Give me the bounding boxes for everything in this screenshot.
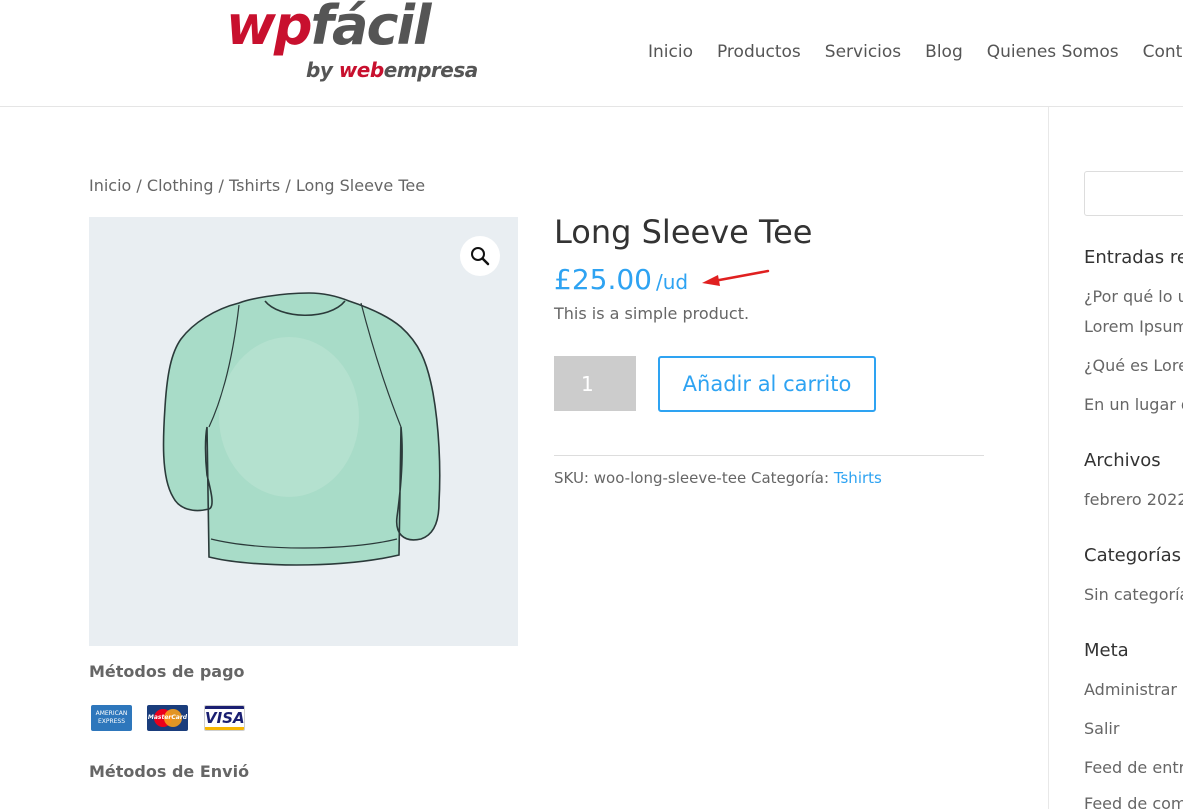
meta-link[interactable]: Feed de comentarios bbox=[1084, 794, 1183, 809]
site-logo[interactable]: wpfácil by webempresa bbox=[226, 0, 488, 90]
meta-title: Meta bbox=[1084, 640, 1129, 661]
category-sidebar-link[interactable]: Sin categoría bbox=[1084, 585, 1183, 604]
nav-inicio[interactable]: Inicio bbox=[648, 42, 693, 62]
meta-link[interactable]: Administrar bbox=[1084, 680, 1177, 699]
meta-link[interactable]: Salir bbox=[1084, 719, 1119, 738]
product-gallery[interactable] bbox=[89, 217, 518, 646]
logo-tagline: by webempresa bbox=[306, 58, 478, 82]
breadcrumb-inicio[interactable]: Inicio bbox=[89, 176, 131, 195]
product-content: Inicio / Clothing / Tshirts / Long Sleev… bbox=[0, 107, 1048, 809]
shipping-methods-heading: Métodos de Envió bbox=[89, 762, 250, 781]
breadcrumb-tshirts[interactable]: Tshirts bbox=[229, 176, 280, 195]
breadcrumb: Inicio / Clothing / Tshirts / Long Sleev… bbox=[89, 176, 425, 195]
recent-post-link[interactable]: ¿Qué es Lorem Ipsum? bbox=[1084, 356, 1183, 375]
product-price: £25.00/ud bbox=[554, 263, 688, 296]
categories-title: Categorías bbox=[1084, 545, 1181, 566]
breadcrumb-separator: / bbox=[131, 176, 147, 195]
archives-title: Archivos bbox=[1084, 450, 1161, 471]
amex-card-icon: AMERICAN EXPRESS bbox=[91, 705, 132, 731]
category-link[interactable]: Tshirts bbox=[834, 469, 882, 487]
logo-empresa: empresa bbox=[383, 58, 479, 82]
visa-card-icon: VISA bbox=[204, 705, 245, 731]
zoom-button[interactable] bbox=[460, 236, 500, 276]
sidebar: Entradas recientes ¿Por qué lo usamos? L… bbox=[1084, 107, 1183, 809]
logo-facil: fácil bbox=[310, 0, 432, 57]
long-sleeve-tee-image bbox=[162, 292, 441, 566]
nav-servicios[interactable]: Servicios bbox=[825, 42, 901, 62]
magnifier-icon bbox=[471, 247, 490, 266]
recent-posts-title: Entradas recientes bbox=[1084, 247, 1183, 268]
short-description: This is a simple product. bbox=[554, 304, 750, 323]
sidebar-divider bbox=[1048, 107, 1049, 809]
amex-line1: AMERICAN bbox=[95, 710, 128, 717]
recent-post-link[interactable]: ¿Por qué lo usamos? bbox=[1084, 287, 1183, 306]
sku-value: woo-long-sleeve-tee bbox=[593, 469, 747, 487]
price-amount: £25.00 bbox=[554, 263, 652, 296]
breadcrumb-current: Long Sleeve Tee bbox=[295, 176, 426, 195]
recent-post-link[interactable]: Lorem Ipsum bbox=[1084, 317, 1183, 336]
breadcrumb-separator: / bbox=[213, 176, 230, 195]
visa-text: VISA bbox=[205, 709, 245, 727]
price-unit: /ud bbox=[655, 270, 689, 294]
site-header: wpfácil by webempresa Inicio Productos Ser… bbox=[0, 0, 1183, 107]
logo-wp: wp bbox=[226, 0, 313, 57]
product-title: Long Sleeve Tee bbox=[554, 213, 813, 251]
main-nav: Inicio Productos Servicios Blog Quienes Somo… bbox=[636, 42, 1183, 62]
quantity-input[interactable] bbox=[554, 356, 636, 411]
add-to-cart-button[interactable]: Añadir al carrito bbox=[658, 356, 876, 412]
nav-contacto[interactable]: Contacto bbox=[1143, 42, 1183, 62]
nav-blog[interactable]: Blog bbox=[925, 42, 963, 62]
logo-web: web bbox=[338, 58, 384, 82]
recent-post-link[interactable]: En un lugar de la Mancha bbox=[1084, 395, 1183, 414]
logo-wordmark: wpfácil bbox=[226, 0, 432, 57]
meta-divider bbox=[554, 455, 984, 456]
annotation-arrow-icon bbox=[702, 269, 770, 286]
payment-methods-heading: Métodos de pago bbox=[89, 662, 245, 681]
nav-quienes-somos[interactable]: Quienes Somos bbox=[987, 42, 1119, 62]
category-label: Categoría: bbox=[750, 469, 830, 487]
logo-by: by bbox=[306, 58, 339, 82]
amex-line2: EXPRESS bbox=[97, 718, 126, 725]
mastercard-text: MasterCard bbox=[147, 714, 188, 721]
nav-productos[interactable]: Productos bbox=[717, 42, 801, 62]
sidebar-search-input[interactable] bbox=[1084, 171, 1183, 216]
breadcrumb-clothing[interactable]: Clothing bbox=[147, 176, 214, 195]
breadcrumb-separator: / bbox=[280, 176, 296, 195]
sku-label: SKU: bbox=[554, 469, 589, 487]
product-meta: SKU: woo-long-sleeve-tee Categoría: Tshi… bbox=[554, 469, 882, 487]
archive-link[interactable]: febrero 2022 bbox=[1084, 490, 1183, 509]
mastercard-icon: MasterCard bbox=[147, 705, 188, 731]
meta-link[interactable]: Feed de entradas bbox=[1084, 758, 1183, 777]
